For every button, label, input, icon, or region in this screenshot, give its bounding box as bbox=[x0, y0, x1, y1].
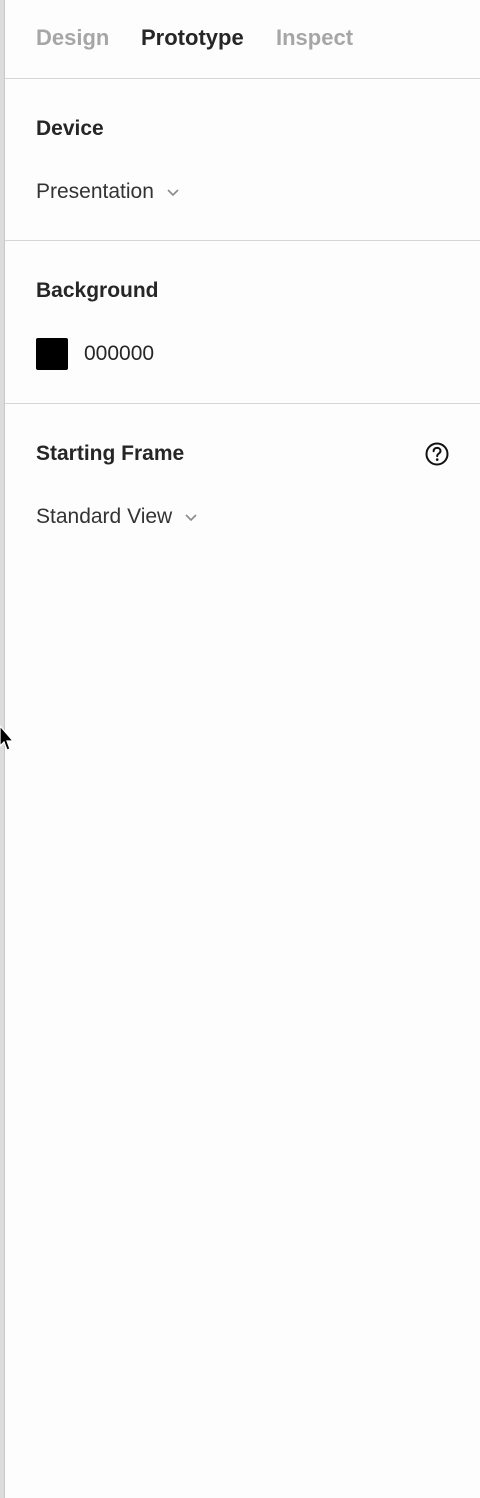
background-section: Background 000000 bbox=[5, 241, 480, 404]
starting-frame-dropdown[interactable]: Standard View bbox=[36, 504, 198, 530]
device-selected-value: Presentation bbox=[36, 180, 154, 203]
device-section: Device Presentation bbox=[5, 79, 480, 241]
starting-frame-title: Starting Frame bbox=[36, 442, 185, 465]
chevron-down-icon bbox=[185, 514, 197, 522]
tab-inspect[interactable]: Inspect bbox=[276, 24, 353, 52]
question-circle-icon[interactable] bbox=[424, 441, 450, 467]
starting-frame-section: Starting Frame Standard View bbox=[5, 404, 480, 564]
tab-design[interactable]: Design bbox=[36, 24, 109, 52]
panel-tabs: Design Prototype Inspect bbox=[5, 0, 480, 79]
mouse-pointer-icon bbox=[0, 725, 15, 751]
starting-frame-selected-value: Standard View bbox=[36, 505, 173, 528]
background-hex-input[interactable]: 000000 bbox=[84, 341, 154, 367]
background-color-row: 000000 bbox=[36, 338, 154, 370]
background-title: Background bbox=[36, 279, 159, 302]
properties-panel: Design Prototype Inspect Device Presenta… bbox=[5, 0, 480, 1498]
chevron-down-icon bbox=[167, 189, 179, 197]
background-color-swatch[interactable] bbox=[36, 338, 68, 370]
device-dropdown[interactable]: Presentation bbox=[36, 179, 180, 205]
device-title: Device bbox=[36, 117, 104, 140]
tab-prototype[interactable]: Prototype bbox=[141, 24, 244, 52]
